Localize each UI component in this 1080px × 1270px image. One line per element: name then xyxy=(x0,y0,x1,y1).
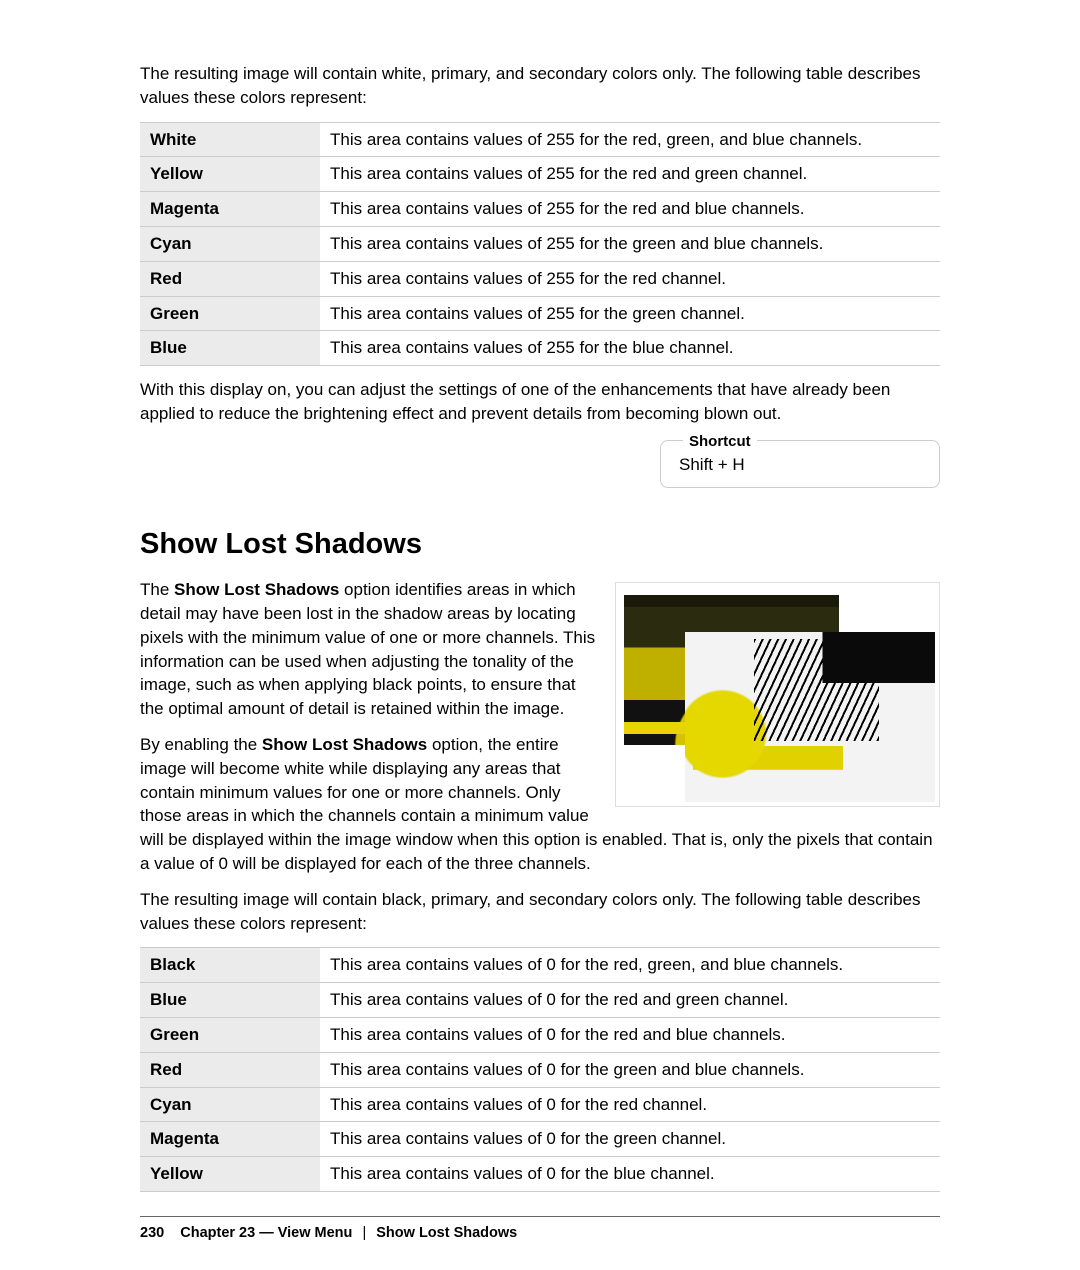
color-label: Red xyxy=(140,261,320,296)
footer-section: Show Lost Shadows xyxy=(376,1225,517,1241)
table-row: YellowThis area contains values of 255 f… xyxy=(140,157,940,192)
page-footer: 230 Chapter 23 — View Menu | Show Lost S… xyxy=(140,1216,940,1243)
color-label: Green xyxy=(140,1017,320,1052)
color-label: Magenta xyxy=(140,192,320,227)
bold-term: Show Lost Shadows xyxy=(174,580,339,599)
color-label: Cyan xyxy=(140,226,320,261)
table-row: CyanThis area contains values of 0 for t… xyxy=(140,1087,940,1122)
bold-term: Show Lost Shadows xyxy=(262,735,427,754)
table-row: GreenThis area contains values of 0 for … xyxy=(140,1017,940,1052)
color-label: Black xyxy=(140,948,320,983)
color-description: This area contains values of 0 for the r… xyxy=(320,1087,940,1122)
intro-paragraph-1: The resulting image will contain white, … xyxy=(140,62,940,110)
footer-chapter: Chapter 23 — View Menu xyxy=(180,1225,352,1241)
table-row: WhiteThis area contains values of 255 fo… xyxy=(140,122,940,157)
table-row: MagentaThis area contains values of 0 fo… xyxy=(140,1122,940,1157)
highlights-color-table: WhiteThis area contains values of 255 fo… xyxy=(140,122,940,367)
table-row: YellowThis area contains values of 0 for… xyxy=(140,1157,940,1192)
color-description: This area contains values of 0 for the g… xyxy=(320,1052,940,1087)
color-label: Cyan xyxy=(140,1087,320,1122)
color-description: This area contains values of 255 for the… xyxy=(320,296,940,331)
color-description: This area contains values of 255 for the… xyxy=(320,192,940,227)
after-table-paragraph: With this display on, you can adjust the… xyxy=(140,378,940,426)
shortcut-value: Shift + H xyxy=(679,455,745,474)
text: option identifies areas in which detail … xyxy=(140,580,595,718)
table-row: RedThis area contains values of 0 for th… xyxy=(140,1052,940,1087)
color-description: This area contains values of 255 for the… xyxy=(320,122,940,157)
example-image xyxy=(615,582,940,807)
table-row: RedThis area contains values of 255 for … xyxy=(140,261,940,296)
color-label: Magenta xyxy=(140,1122,320,1157)
color-label: Blue xyxy=(140,983,320,1018)
color-description: This area contains values of 0 for the r… xyxy=(320,1017,940,1052)
page-number: 230 xyxy=(140,1225,164,1241)
color-description: This area contains values of 0 for the b… xyxy=(320,1157,940,1192)
shortcut-box: Shortcut Shift + H xyxy=(660,440,940,488)
table-row: GreenThis area contains values of 255 fo… xyxy=(140,296,940,331)
intro-paragraph-2: The resulting image will contain black, … xyxy=(140,888,940,936)
color-description: This area contains values of 255 for the… xyxy=(320,226,940,261)
color-description: This area contains values of 0 for the r… xyxy=(320,983,940,1018)
color-label: Blue xyxy=(140,331,320,366)
color-description: This area contains values of 0 for the g… xyxy=(320,1122,940,1157)
color-description: This area contains values of 255 for the… xyxy=(320,331,940,366)
color-description: This area contains values of 0 for the r… xyxy=(320,948,940,983)
table-row: CyanThis area contains values of 255 for… xyxy=(140,226,940,261)
table-row: BlackThis area contains values of 0 for … xyxy=(140,948,940,983)
table-row: BlueThis area contains values of 255 for… xyxy=(140,331,940,366)
shadows-color-table: BlackThis area contains values of 0 for … xyxy=(140,947,940,1192)
section-heading: Show Lost Shadows xyxy=(140,524,940,565)
color-label: Yellow xyxy=(140,157,320,192)
color-label: Green xyxy=(140,296,320,331)
shortcut-legend: Shortcut xyxy=(683,431,757,452)
table-row: MagentaThis area contains values of 255 … xyxy=(140,192,940,227)
text: The xyxy=(140,580,174,599)
color-label: White xyxy=(140,122,320,157)
table-row: BlueThis area contains values of 0 for t… xyxy=(140,983,940,1018)
color-label: Yellow xyxy=(140,1157,320,1192)
text: By enabling the xyxy=(140,735,262,754)
color-label: Red xyxy=(140,1052,320,1087)
footer-separator: | xyxy=(362,1225,366,1241)
color-description: This area contains values of 255 for the… xyxy=(320,157,940,192)
color-description: This area contains values of 255 for the… xyxy=(320,261,940,296)
